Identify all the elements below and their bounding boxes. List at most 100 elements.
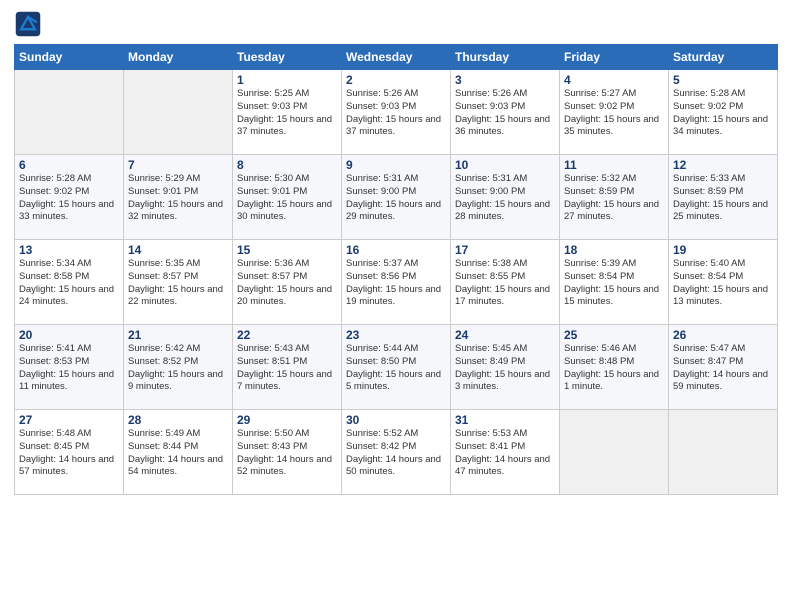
day-number: 3 — [455, 73, 555, 87]
header — [14, 10, 778, 38]
day-info: Sunrise: 5:26 AM Sunset: 9:03 PM Dayligh… — [346, 88, 446, 139]
calendar-cell — [560, 410, 669, 495]
day-number: 31 — [455, 413, 555, 427]
day-info: Sunrise: 5:44 AM Sunset: 8:50 PM Dayligh… — [346, 343, 446, 394]
day-info: Sunrise: 5:41 AM Sunset: 8:53 PM Dayligh… — [19, 343, 119, 394]
day-info: Sunrise: 5:53 AM Sunset: 8:41 PM Dayligh… — [455, 428, 555, 479]
calendar-cell: 10Sunrise: 5:31 AM Sunset: 9:00 PM Dayli… — [451, 155, 560, 240]
calendar-cell: 12Sunrise: 5:33 AM Sunset: 8:59 PM Dayli… — [669, 155, 778, 240]
calendar-cell: 14Sunrise: 5:35 AM Sunset: 8:57 PM Dayli… — [124, 240, 233, 325]
calendar-cell: 18Sunrise: 5:39 AM Sunset: 8:54 PM Dayli… — [560, 240, 669, 325]
calendar-cell: 28Sunrise: 5:49 AM Sunset: 8:44 PM Dayli… — [124, 410, 233, 495]
week-row-3: 13Sunrise: 5:34 AM Sunset: 8:58 PM Dayli… — [15, 240, 778, 325]
weekday-header-saturday: Saturday — [669, 45, 778, 70]
day-number: 1 — [237, 73, 337, 87]
day-number: 29 — [237, 413, 337, 427]
day-info: Sunrise: 5:36 AM Sunset: 8:57 PM Dayligh… — [237, 258, 337, 309]
calendar-cell: 7Sunrise: 5:29 AM Sunset: 9:01 PM Daylig… — [124, 155, 233, 240]
day-info: Sunrise: 5:29 AM Sunset: 9:01 PM Dayligh… — [128, 173, 228, 224]
day-info: Sunrise: 5:30 AM Sunset: 9:01 PM Dayligh… — [237, 173, 337, 224]
weekday-header-row: SundayMondayTuesdayWednesdayThursdayFrid… — [15, 45, 778, 70]
calendar-cell: 30Sunrise: 5:52 AM Sunset: 8:42 PM Dayli… — [342, 410, 451, 495]
calendar-cell: 3Sunrise: 5:26 AM Sunset: 9:03 PM Daylig… — [451, 70, 560, 155]
day-number: 23 — [346, 328, 446, 342]
day-number: 18 — [564, 243, 664, 257]
calendar-body: 1Sunrise: 5:25 AM Sunset: 9:03 PM Daylig… — [15, 70, 778, 495]
calendar-cell: 21Sunrise: 5:42 AM Sunset: 8:52 PM Dayli… — [124, 325, 233, 410]
calendar-cell: 2Sunrise: 5:26 AM Sunset: 9:03 PM Daylig… — [342, 70, 451, 155]
calendar-cell: 25Sunrise: 5:46 AM Sunset: 8:48 PM Dayli… — [560, 325, 669, 410]
weekday-header-monday: Monday — [124, 45, 233, 70]
day-info: Sunrise: 5:45 AM Sunset: 8:49 PM Dayligh… — [455, 343, 555, 394]
day-info: Sunrise: 5:33 AM Sunset: 8:59 PM Dayligh… — [673, 173, 773, 224]
weekday-header-sunday: Sunday — [15, 45, 124, 70]
calendar-cell: 13Sunrise: 5:34 AM Sunset: 8:58 PM Dayli… — [15, 240, 124, 325]
calendar-cell: 29Sunrise: 5:50 AM Sunset: 8:43 PM Dayli… — [233, 410, 342, 495]
day-number: 27 — [19, 413, 119, 427]
day-info: Sunrise: 5:38 AM Sunset: 8:55 PM Dayligh… — [455, 258, 555, 309]
day-number: 6 — [19, 158, 119, 172]
day-info: Sunrise: 5:48 AM Sunset: 8:45 PM Dayligh… — [19, 428, 119, 479]
day-number: 20 — [19, 328, 119, 342]
calendar-cell: 6Sunrise: 5:28 AM Sunset: 9:02 PM Daylig… — [15, 155, 124, 240]
day-info: Sunrise: 5:27 AM Sunset: 9:02 PM Dayligh… — [564, 88, 664, 139]
day-info: Sunrise: 5:28 AM Sunset: 9:02 PM Dayligh… — [673, 88, 773, 139]
day-number: 19 — [673, 243, 773, 257]
week-row-2: 6Sunrise: 5:28 AM Sunset: 9:02 PM Daylig… — [15, 155, 778, 240]
day-info: Sunrise: 5:42 AM Sunset: 8:52 PM Dayligh… — [128, 343, 228, 394]
day-info: Sunrise: 5:26 AM Sunset: 9:03 PM Dayligh… — [455, 88, 555, 139]
day-info: Sunrise: 5:34 AM Sunset: 8:58 PM Dayligh… — [19, 258, 119, 309]
day-number: 2 — [346, 73, 446, 87]
day-info: Sunrise: 5:31 AM Sunset: 9:00 PM Dayligh… — [346, 173, 446, 224]
day-number: 9 — [346, 158, 446, 172]
calendar-cell: 20Sunrise: 5:41 AM Sunset: 8:53 PM Dayli… — [15, 325, 124, 410]
day-info: Sunrise: 5:50 AM Sunset: 8:43 PM Dayligh… — [237, 428, 337, 479]
weekday-header-thursday: Thursday — [451, 45, 560, 70]
calendar-cell: 17Sunrise: 5:38 AM Sunset: 8:55 PM Dayli… — [451, 240, 560, 325]
weekday-header-tuesday: Tuesday — [233, 45, 342, 70]
calendar: SundayMondayTuesdayWednesdayThursdayFrid… — [14, 44, 778, 495]
day-number: 13 — [19, 243, 119, 257]
week-row-1: 1Sunrise: 5:25 AM Sunset: 9:03 PM Daylig… — [15, 70, 778, 155]
day-info: Sunrise: 5:47 AM Sunset: 8:47 PM Dayligh… — [673, 343, 773, 394]
calendar-cell: 26Sunrise: 5:47 AM Sunset: 8:47 PM Dayli… — [669, 325, 778, 410]
calendar-cell: 16Sunrise: 5:37 AM Sunset: 8:56 PM Dayli… — [342, 240, 451, 325]
calendar-cell — [15, 70, 124, 155]
logo — [14, 10, 46, 38]
day-number: 17 — [455, 243, 555, 257]
calendar-cell: 11Sunrise: 5:32 AM Sunset: 8:59 PM Dayli… — [560, 155, 669, 240]
calendar-cell — [124, 70, 233, 155]
day-info: Sunrise: 5:52 AM Sunset: 8:42 PM Dayligh… — [346, 428, 446, 479]
day-number: 10 — [455, 158, 555, 172]
day-info: Sunrise: 5:49 AM Sunset: 8:44 PM Dayligh… — [128, 428, 228, 479]
day-info: Sunrise: 5:25 AM Sunset: 9:03 PM Dayligh… — [237, 88, 337, 139]
day-number: 4 — [564, 73, 664, 87]
weekday-header-wednesday: Wednesday — [342, 45, 451, 70]
logo-icon — [14, 10, 42, 38]
week-row-5: 27Sunrise: 5:48 AM Sunset: 8:45 PM Dayli… — [15, 410, 778, 495]
day-number: 7 — [128, 158, 228, 172]
day-info: Sunrise: 5:31 AM Sunset: 9:00 PM Dayligh… — [455, 173, 555, 224]
day-number: 30 — [346, 413, 446, 427]
calendar-cell: 4Sunrise: 5:27 AM Sunset: 9:02 PM Daylig… — [560, 70, 669, 155]
calendar-cell: 24Sunrise: 5:45 AM Sunset: 8:49 PM Dayli… — [451, 325, 560, 410]
day-number: 28 — [128, 413, 228, 427]
calendar-cell: 9Sunrise: 5:31 AM Sunset: 9:00 PM Daylig… — [342, 155, 451, 240]
day-number: 16 — [346, 243, 446, 257]
calendar-cell: 22Sunrise: 5:43 AM Sunset: 8:51 PM Dayli… — [233, 325, 342, 410]
day-info: Sunrise: 5:43 AM Sunset: 8:51 PM Dayligh… — [237, 343, 337, 394]
page: SundayMondayTuesdayWednesdayThursdayFrid… — [0, 0, 792, 612]
calendar-cell: 15Sunrise: 5:36 AM Sunset: 8:57 PM Dayli… — [233, 240, 342, 325]
calendar-cell: 5Sunrise: 5:28 AM Sunset: 9:02 PM Daylig… — [669, 70, 778, 155]
day-number: 25 — [564, 328, 664, 342]
day-number: 8 — [237, 158, 337, 172]
day-info: Sunrise: 5:40 AM Sunset: 8:54 PM Dayligh… — [673, 258, 773, 309]
day-info: Sunrise: 5:35 AM Sunset: 8:57 PM Dayligh… — [128, 258, 228, 309]
day-number: 12 — [673, 158, 773, 172]
day-number: 11 — [564, 158, 664, 172]
day-number: 24 — [455, 328, 555, 342]
day-info: Sunrise: 5:39 AM Sunset: 8:54 PM Dayligh… — [564, 258, 664, 309]
calendar-cell: 31Sunrise: 5:53 AM Sunset: 8:41 PM Dayli… — [451, 410, 560, 495]
calendar-cell: 8Sunrise: 5:30 AM Sunset: 9:01 PM Daylig… — [233, 155, 342, 240]
day-number: 14 — [128, 243, 228, 257]
